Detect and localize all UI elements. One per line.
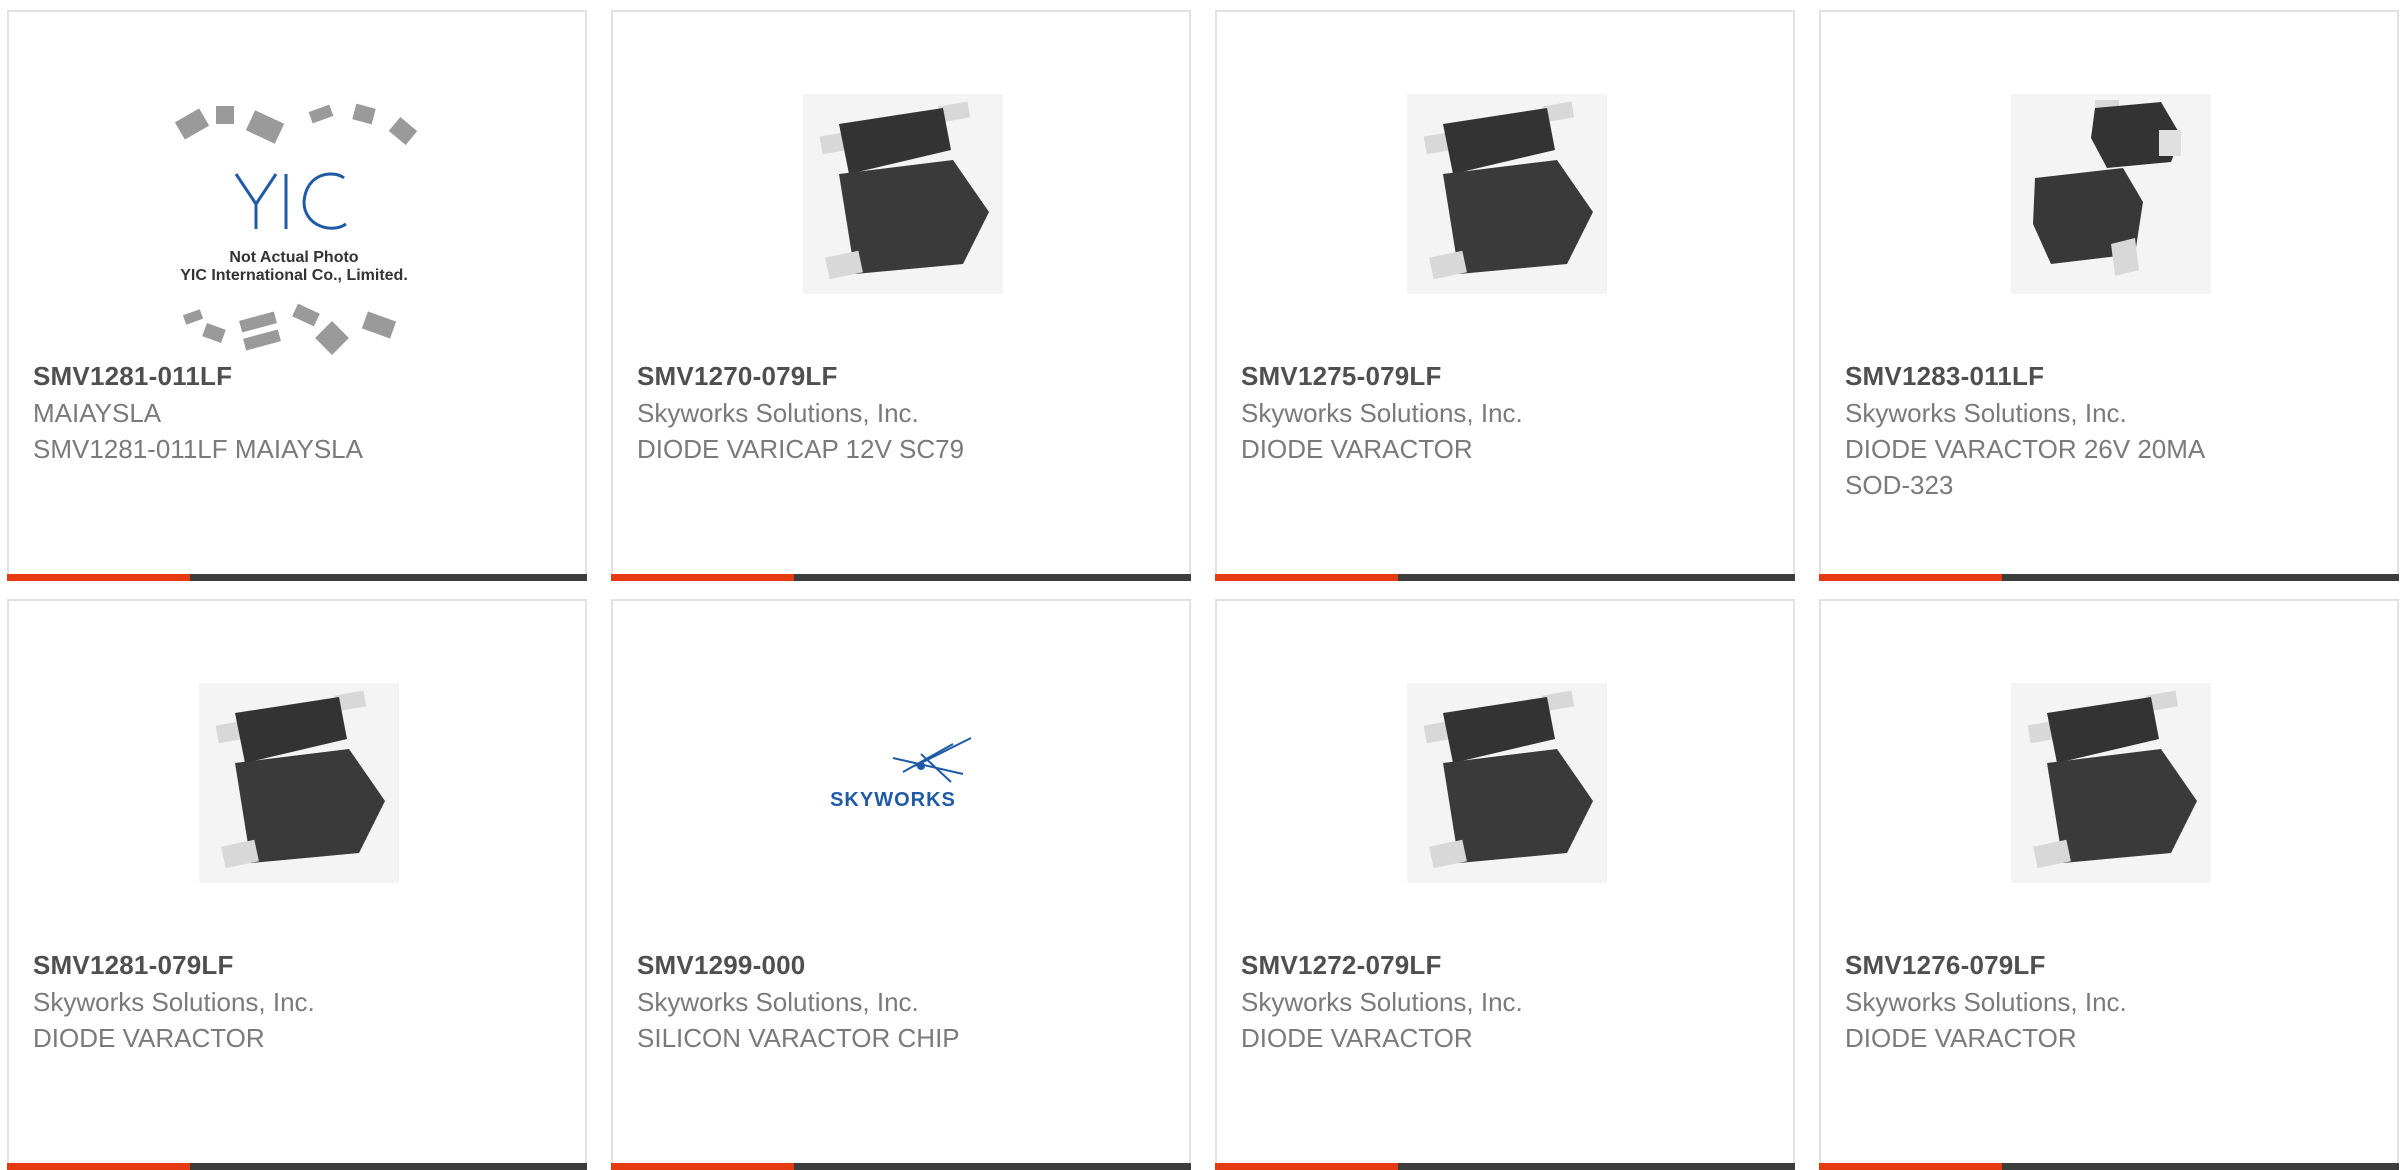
- part-number[interactable]: SMV1276-079LF: [1845, 946, 2365, 984]
- sc79-package-icon: [1407, 683, 1607, 883]
- part-number[interactable]: SMV1272-079LF: [1241, 946, 1761, 984]
- product-image[interactable]: [1821, 12, 2397, 357]
- sc79-package-icon: [803, 94, 1003, 294]
- card-accent-bar: [7, 574, 587, 581]
- product-image[interactable]: [9, 601, 585, 946]
- product-card[interactable]: SKYWORKS SMV1299-000 Skyworks Solutions,…: [611, 599, 1191, 1170]
- product-grid: Not Actual Photo YIC International Co., …: [0, 0, 2400, 1170]
- yic-placeholder-image: Not Actual Photo YIC International Co., …: [174, 103, 418, 355]
- accent-segment: [7, 574, 190, 581]
- part-number[interactable]: SMV1270-079LF: [637, 357, 1157, 395]
- product-image[interactable]: [613, 12, 1189, 357]
- product-text: SMV1276-079LF Skyworks Solutions, Inc. D…: [1845, 946, 2365, 1056]
- placeholder-line1: Not Actual Photo: [229, 249, 358, 266]
- manufacturer: Skyworks Solutions, Inc.: [1241, 987, 1523, 1017]
- card-accent-bar: [1215, 574, 1795, 581]
- skyworks-logo-icon: SKYWORKS: [830, 737, 972, 811]
- sc79-package-icon: [2011, 683, 2211, 883]
- description: DIODE VARACTOR: [33, 1023, 265, 1053]
- manufacturer: Skyworks Solutions, Inc.: [1241, 398, 1523, 428]
- part-number[interactable]: SMV1299-000: [637, 946, 1157, 984]
- description: DIODE VARACTOR 26V 20MA SOD-323: [1845, 434, 2204, 500]
- manufacturer: Skyworks Solutions, Inc.: [1845, 398, 2127, 428]
- product-card[interactable]: Not Actual Photo YIC International Co., …: [7, 10, 587, 581]
- product-card[interactable]: SMV1276-079LF Skyworks Solutions, Inc. D…: [1819, 599, 2399, 1170]
- product-image[interactable]: [1821, 601, 2397, 946]
- product-text: SMV1275-079LF Skyworks Solutions, Inc. D…: [1241, 357, 1761, 467]
- product-text: SMV1270-079LF Skyworks Solutions, Inc. D…: [637, 357, 1157, 467]
- product-text: SMV1283-011LF Skyworks Solutions, Inc. D…: [1845, 357, 2365, 503]
- manufacturer: Skyworks Solutions, Inc.: [33, 987, 315, 1017]
- description: DIODE VARICAP 12V SC79: [637, 434, 965, 464]
- product-card[interactable]: SMV1283-011LF Skyworks Solutions, Inc. D…: [1819, 10, 2399, 581]
- sc79-package-icon: [1407, 94, 1607, 294]
- description: DIODE VARACTOR: [1241, 434, 1473, 464]
- product-card[interactable]: SMV1281-079LF Skyworks Solutions, Inc. D…: [7, 599, 587, 1170]
- sc79-package-icon: [199, 683, 399, 883]
- part-number[interactable]: SMV1275-079LF: [1241, 357, 1761, 395]
- placeholder-line2: YIC International Co., Limited.: [180, 267, 408, 284]
- manufacturer: Skyworks Solutions, Inc.: [637, 398, 919, 428]
- product-image[interactable]: Not Actual Photo YIC International Co., …: [9, 12, 585, 357]
- product-image[interactable]: SKYWORKS: [613, 601, 1189, 946]
- product-image[interactable]: [1217, 601, 1793, 946]
- manufacturer: MAIAYSLA: [33, 398, 162, 428]
- product-card[interactable]: SMV1270-079LF Skyworks Solutions, Inc. D…: [611, 10, 1191, 581]
- description: SILICON VARACTOR CHIP: [637, 1023, 960, 1053]
- card-accent-bar: [1819, 574, 2399, 581]
- product-text: SMV1281-011LF MAIAYSLA SMV1281-011LF MAI…: [33, 357, 553, 467]
- product-text: SMV1272-079LF Skyworks Solutions, Inc. D…: [1241, 946, 1761, 1056]
- card-accent-bar: [611, 574, 1191, 581]
- product-card[interactable]: SMV1275-079LF Skyworks Solutions, Inc. D…: [1215, 10, 1795, 581]
- accent-segment: [1819, 574, 2002, 581]
- manufacturer: Skyworks Solutions, Inc.: [637, 987, 919, 1017]
- accent-segment: [611, 574, 794, 581]
- product-image[interactable]: [1217, 12, 1793, 357]
- part-number[interactable]: SMV1281-011LF: [33, 357, 553, 395]
- product-text: SMV1281-079LF Skyworks Solutions, Inc. D…: [33, 946, 553, 1056]
- part-number[interactable]: SMV1281-079LF: [33, 946, 553, 984]
- description: DIODE VARACTOR: [1845, 1023, 2077, 1053]
- description: DIODE VARACTOR: [1241, 1023, 1473, 1053]
- logo-text: SKYWORKS: [830, 789, 956, 811]
- product-text: SMV1299-000 Skyworks Solutions, Inc. SIL…: [637, 946, 1157, 1056]
- sod323-package-icon: [2011, 94, 2211, 294]
- manufacturer: Skyworks Solutions, Inc.: [1845, 987, 2127, 1017]
- part-number[interactable]: SMV1283-011LF: [1845, 357, 2365, 395]
- accent-segment: [1215, 574, 1398, 581]
- description: SMV1281-011LF MAIAYSLA: [33, 434, 363, 464]
- product-card[interactable]: SMV1272-079LF Skyworks Solutions, Inc. D…: [1215, 599, 1795, 1170]
